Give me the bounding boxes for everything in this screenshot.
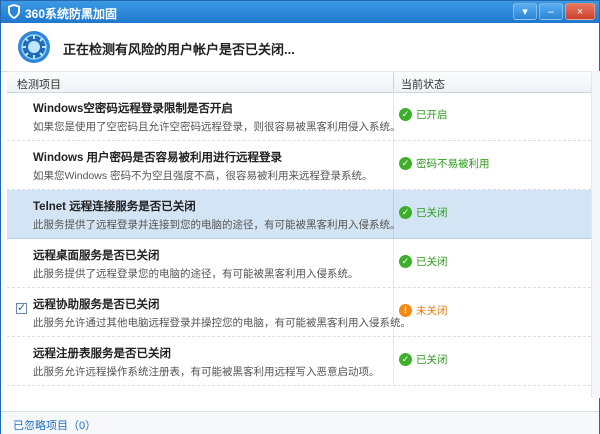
- item-description: 如果您Windows 密码不为空且强度不高，很容易被利用来远程登录系统。: [33, 170, 373, 182]
- vertical-scrollbar[interactable]: [591, 71, 600, 398]
- check-circle-icon: ✓: [399, 353, 412, 366]
- item-title: 远程桌面服务是否已关闭: [33, 250, 160, 262]
- checkmark-icon: ✓: [17, 302, 27, 314]
- item-description: 此服务允许通过其他电脑远程登录并操控您的电脑，有可能被黑客利用入侵系统。: [33, 317, 411, 329]
- scan-icon: [18, 31, 50, 63]
- window-title: 360系统防黑加固: [25, 7, 118, 21]
- status-text: 密码不易被利用: [416, 158, 490, 170]
- close-button[interactable]: ×: [565, 3, 595, 20]
- status-badge: ✓ 已关闭: [399, 254, 448, 269]
- list-item[interactable]: 远程桌面服务是否已关闭 此服务提供了远程登录您的电脑的途径，有可能被黑客利用入侵…: [7, 239, 591, 288]
- check-circle-icon: ✓: [399, 206, 412, 219]
- status-badge: ✓ 已开启: [399, 107, 448, 122]
- status-badge: ✓ 已关闭: [399, 352, 448, 367]
- minimize-button[interactable]: –: [539, 3, 563, 20]
- table-header: 检测项目 当前状态: [7, 71, 591, 93]
- exclamation-circle-icon: !: [399, 304, 412, 317]
- status-text: 已关闭: [416, 207, 448, 219]
- check-circle-icon: ✓: [399, 255, 412, 268]
- status-text: 已开启: [416, 109, 448, 121]
- column-header-status: 当前状态: [401, 79, 445, 91]
- item-title: 远程协助服务是否已关闭: [33, 299, 160, 311]
- fix-item-checkbox[interactable]: ✓: [16, 302, 27, 314]
- scan-status-text: 正在检测有风险的用户帐户是否已关闭...: [63, 42, 295, 57]
- status-text: 未关闭: [416, 305, 448, 317]
- title-bar[interactable]: 360系统防黑加固 ▾ – ×: [1, 1, 599, 23]
- scan-header: 正在检测有风险的用户帐户是否已关闭...: [1, 23, 599, 72]
- list-item[interactable]: ✓ 远程协助服务是否已关闭 此服务允许通过其他电脑远程登录并操控您的电脑，有可能…: [7, 288, 591, 337]
- column-divider: [393, 72, 394, 92]
- list-item[interactable]: Windows空密码远程登录限制是否开启 如果您是使用了空密码且允许空密码远程登…: [7, 92, 591, 141]
- status-badge: ✓ 密码不易被利用: [399, 156, 490, 171]
- status-text: 已关闭: [416, 256, 448, 268]
- status-text: 已关闭: [416, 354, 448, 366]
- app-window: 360系统防黑加固 ▾ – × 正在检测有风险的用户帐户是否已关闭... 检测项…: [0, 0, 600, 434]
- list-item-selected[interactable]: Telnet 远程连接服务是否已关闭 此服务提供了远程登录并连接到您的电脑的途径…: [7, 190, 591, 239]
- item-title: Windows 用户密码是否容易被利用进行远程登录: [33, 152, 283, 164]
- shield-icon: [8, 4, 20, 19]
- check-list: Windows空密码远程登录限制是否开启 如果您是使用了空密码且允许空密码远程登…: [7, 92, 591, 398]
- check-circle-icon: ✓: [399, 157, 412, 170]
- check-circle-icon: ✓: [399, 108, 412, 121]
- footer-bar: 已忽略项目（0）: [1, 411, 599, 434]
- list-item[interactable]: 远程注册表服务是否已关闭 此服务允许远程操作系统注册表，有可能被黑客利用远程写入…: [7, 337, 591, 386]
- item-description: 此服务允许远程操作系统注册表，有可能被黑客利用远程写入恶意启动项。: [33, 366, 380, 378]
- menu-button[interactable]: ▾: [513, 3, 537, 20]
- item-title: Windows空密码远程登录限制是否开启: [33, 103, 233, 115]
- item-description: 此服务提供了远程登录并连接到您的电脑的途径，有可能被黑客利用入侵系统。: [33, 219, 401, 231]
- item-title: Telnet 远程连接服务是否已关闭: [33, 201, 196, 213]
- ignored-items-link[interactable]: 已忽略项目（0）: [13, 417, 96, 433]
- list-item[interactable]: Windows 用户密码是否容易被利用进行远程登录 如果您Windows 密码不…: [7, 141, 591, 190]
- window-controls: ▾ – ×: [513, 3, 595, 20]
- status-badge: ! 未关闭: [399, 303, 448, 318]
- status-badge: ✓ 已关闭: [399, 205, 448, 220]
- item-description: 此服务提供了远程登录您的电脑的途径，有可能被黑客利用入侵系统。: [33, 268, 359, 280]
- column-header-item: 检测项目: [17, 79, 61, 91]
- item-description: 如果您是使用了空密码且允许空密码远程登录，则很容易被黑客利用侵入系统。: [33, 121, 401, 133]
- item-title: 远程注册表服务是否已关闭: [33, 348, 171, 360]
